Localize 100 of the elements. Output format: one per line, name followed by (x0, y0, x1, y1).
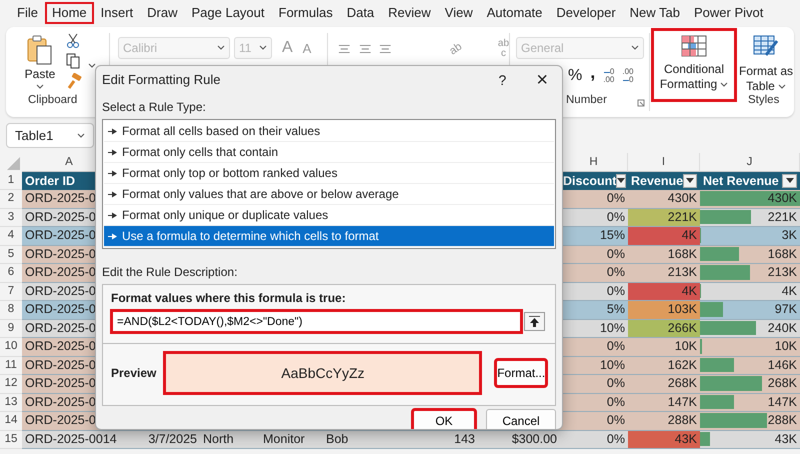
group-label: Styles (748, 92, 780, 108)
row-header[interactable]: 7 (0, 282, 22, 301)
table-cell: 97K (774, 302, 797, 316)
ribbon-tab[interactable]: Review (381, 2, 438, 24)
table-cell: ORD-2025-0 (25, 358, 96, 372)
table-cell: 147K (768, 394, 797, 408)
ribbon-tab[interactable]: File (10, 2, 45, 24)
table-cell: 43K (674, 432, 697, 446)
column-header[interactable]: J (700, 153, 800, 172)
column-header[interactable]: I (628, 153, 700, 172)
conditional-formatting-button[interactable]: Conditional Formatting (652, 29, 736, 101)
table-cell: ORD-2025-0 (25, 228, 96, 242)
row-header[interactable]: 12 (0, 375, 22, 394)
table-cell: 4K (682, 284, 697, 298)
table-cell: ORD-2025-0 (25, 284, 96, 298)
table-cell: 430K (768, 191, 797, 205)
table-cell: 266K (668, 320, 697, 334)
row-header[interactable]: 15 (0, 430, 22, 449)
table-cell: ORD-2025-0 (25, 413, 96, 427)
table-cell: 0% (606, 339, 625, 353)
table-cell: 168K (668, 246, 697, 260)
close-button[interactable]: × (536, 70, 548, 90)
table-cell: 268K (668, 376, 697, 390)
table-cell: ORD-2025-0 (25, 339, 96, 353)
row-header[interactable]: 4 (0, 227, 22, 246)
rule-type-item[interactable]: Format only values that are above or below average (104, 184, 554, 205)
ribbon-tab[interactable]: Formulas (272, 2, 340, 24)
table-cell: 3K (782, 228, 797, 242)
table-cell: 240K (768, 320, 797, 334)
table-cell: 10% (600, 358, 625, 372)
table-cell: 15% (600, 228, 625, 242)
table-cell: ORD-2025-0 (25, 265, 96, 279)
table-cell: 4K (682, 228, 697, 242)
ribbon-tab[interactable]: Developer (549, 2, 623, 24)
table-cell: 221K (768, 210, 797, 224)
row-header[interactable]: 3 (0, 208, 22, 227)
ribbon-tab[interactable]: Data (340, 2, 382, 24)
table-cell: 43K (774, 432, 797, 446)
ribbon-tab[interactable]: New Tab (622, 2, 688, 24)
table-cell: 268K (768, 376, 797, 390)
rule-type-item[interactable]: Use a formula to determine which cells to format (104, 226, 554, 247)
rule-type-item[interactable]: Format only top or bottom ranked values (104, 163, 554, 184)
cancel-button[interactable]: Cancel (486, 409, 556, 429)
ribbon-tab[interactable]: Home (44, 2, 94, 24)
table-cell: ORD-2025-0 (25, 376, 96, 390)
table-cell: 146K (768, 358, 797, 372)
paste-button[interactable]: Paste (20, 35, 60, 90)
table-cell: ORD-2025-0 (25, 246, 96, 260)
row-header[interactable]: 5 (0, 246, 22, 264)
formula-field[interactable]: =AND($L2<TODAY(),$M2<>"Done") (111, 310, 522, 333)
table-cell: ORD-2025-0 (25, 320, 96, 334)
format-as-table-button[interactable]: Format as Table (736, 29, 794, 94)
ribbon-tab[interactable]: Power Pivot (687, 2, 770, 24)
ribbon-tab[interactable]: View (438, 2, 480, 24)
table-cell: ORD-2025-0 (25, 302, 96, 316)
table-cell: 10K (674, 339, 697, 353)
rule-type-item[interactable]: Format only cells that contain (104, 142, 554, 163)
table-cell: 162K (668, 358, 697, 372)
table-header: Net Revenue (703, 172, 779, 190)
ribbon-tab[interactable]: Insert (94, 2, 140, 24)
table-cell: 0% (606, 210, 625, 224)
row-header[interactable]: 11 (0, 356, 22, 375)
table-cell: 213K (668, 265, 697, 279)
row-header[interactable]: 14 (0, 412, 22, 430)
ok-button[interactable]: OK (412, 409, 476, 429)
group-label: Number (566, 92, 607, 108)
formula-label: Format values where this formula is true: (111, 290, 347, 307)
ribbon-tab[interactable]: Automate (480, 2, 550, 24)
section-label: Select a Rule Type: (102, 99, 207, 116)
rule-type-item[interactable]: Format all cells based on their values (104, 121, 554, 142)
row-header[interactable]: 10 (0, 338, 22, 356)
table-cell: ORD-2025-0 (25, 210, 96, 224)
section-label: Edit the Rule Description: (102, 264, 238, 281)
table-cell: ORD-2025-0 (25, 394, 96, 408)
table-cell: 213K (768, 265, 797, 279)
ribbon-tab[interactable]: Page Layout (184, 2, 272, 24)
ribbon-tab[interactable]: Draw (140, 2, 184, 24)
row-header[interactable]: 13 (0, 394, 22, 412)
row-header[interactable]: 6 (0, 264, 22, 282)
table-cell: 0% (606, 284, 625, 298)
table-cell: 10% (600, 320, 625, 334)
table-cell: 0% (606, 246, 625, 260)
help-button[interactable]: ? (498, 73, 506, 87)
row-header[interactable]: 2 (0, 190, 22, 208)
table-header: Discount (563, 172, 616, 190)
table-cell: 0% (606, 265, 625, 279)
row-header[interactable]: 1 (0, 172, 22, 190)
column-header[interactable]: H (560, 153, 628, 172)
table-cell: 0% (606, 191, 625, 205)
table-cell: 103K (668, 302, 697, 316)
row-header[interactable]: 9 (0, 320, 22, 338)
preview-label: Preview (111, 365, 156, 382)
table-cell: 4K (782, 284, 797, 298)
table-cell: 3/7/2025 (148, 432, 197, 446)
row-header[interactable]: 8 (0, 301, 22, 320)
format-button[interactable]: Format... (495, 359, 547, 387)
table-cell: 0% (606, 376, 625, 390)
table-cell: Bob (326, 432, 348, 446)
name-box[interactable]: Table1 (6, 123, 94, 148)
table-header: Revenue (631, 172, 684, 190)
